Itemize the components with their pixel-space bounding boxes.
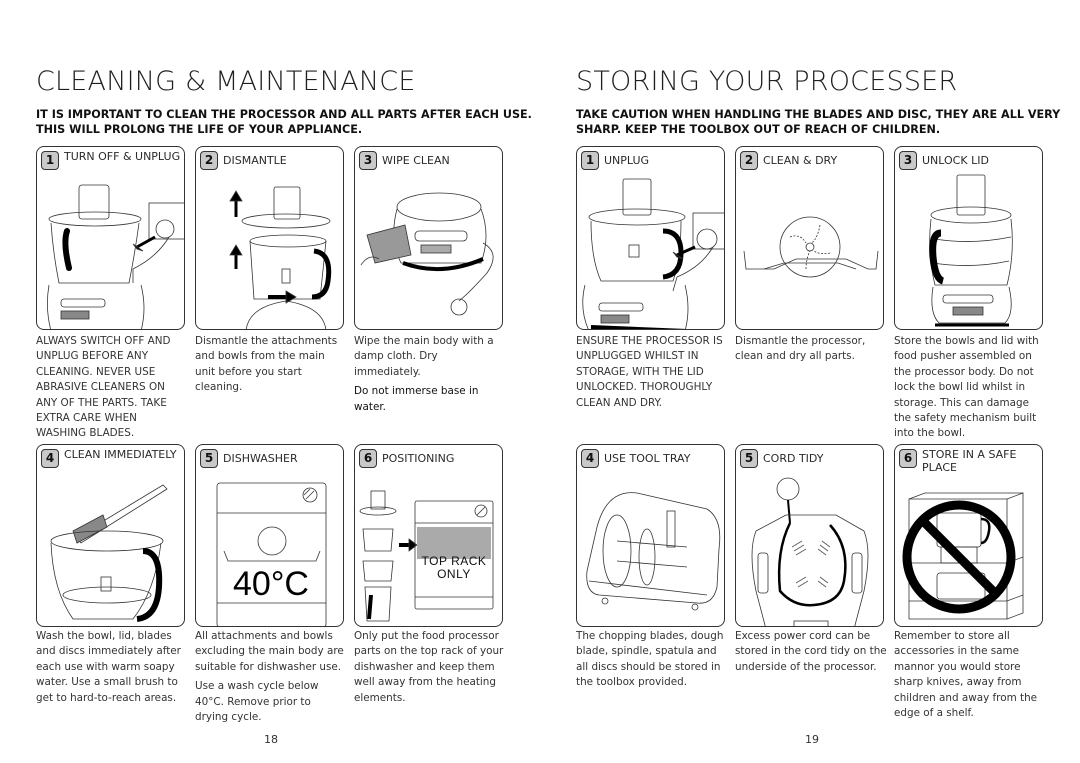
step-card-positioning: 6 POSITIONING TOP RACK ONLY	[354, 444, 503, 627]
step-label: CORD TIDY	[763, 452, 824, 465]
top-rack-illustration: TOP RACK ONLY	[355, 471, 502, 626]
step-description: ENSURE THE PROCESSOR IS UNPLUGGED WHILST…	[576, 335, 723, 409]
immersion-warning: Do not immerse base in water.	[354, 385, 479, 413]
step-card-use-tool-tray: 4 USE TOOL TRAY	[576, 444, 725, 627]
step-card-turn-off-unplug: 1 TURN OFF & UNPLUG	[36, 146, 185, 330]
step-label: POSITIONING	[382, 452, 455, 465]
step-label: CLEAN IMMEDIATELY	[64, 448, 177, 461]
step-card-dishwasher: 5 DISHWASHER 40°C	[195, 444, 344, 627]
step-number-badge: 4	[41, 449, 59, 468]
step-number-badge: 6	[359, 449, 377, 468]
brush-bowl-illustration	[37, 471, 184, 626]
step-card-wipe-clean: 3 WIPE CLEAN	[354, 146, 503, 330]
step-label: DISHWASHER	[223, 452, 298, 465]
temperature-label: 40°C	[233, 565, 309, 603]
step-number-badge: 1	[581, 151, 599, 170]
no-shelf-edge-illustration	[895, 471, 1042, 626]
step-description: Wash the bowl, lid, blades and discs imm…	[36, 630, 181, 704]
toolbox-illustration	[577, 471, 724, 626]
step-description: Excess power cord can be stored in the c…	[735, 630, 887, 673]
step-number-badge: 2	[740, 151, 758, 170]
page-number: 19	[805, 733, 819, 746]
assembled-processor-illustration	[895, 173, 1042, 329]
page-title: CLEANING & MAINTENANCE	[36, 66, 416, 97]
step-label: TURN OFF & UNPLUG	[64, 150, 181, 163]
cord-tidy-illustration	[736, 471, 883, 626]
step-number-badge: 2	[200, 151, 218, 170]
step-number-badge: 1	[41, 151, 59, 170]
step-number-badge: 6	[899, 449, 917, 468]
step-description: Wipe the main body with a damp cloth. Dr…	[354, 334, 506, 415]
step-label: DISMANTLE	[223, 154, 287, 167]
step-label: WIPE CLEAN	[382, 154, 450, 167]
page-cleaning-maintenance: CLEANING & MAINTENANCE IT IS IMPORTANT T…	[36, 0, 536, 763]
step-card-unplug: 1 UNPLUG	[576, 146, 725, 330]
step-number-badge: 5	[200, 449, 218, 468]
intro-warning: IT IS IMPORTANT TO CLEAN THE PROCESSOR A…	[36, 108, 532, 136]
page-storing-processor: STORING YOUR PROCESSER TAKE CAUTION WHEN…	[576, 0, 1076, 763]
unplug-processor-illustration	[577, 173, 724, 329]
step-description: Dismantle the processor, clean and dry a…	[735, 335, 866, 363]
step-description: Only put the food processor parts on the…	[354, 630, 504, 704]
step-description: The chopping blades, dough blade, spindl…	[576, 630, 724, 689]
page-number: 18	[264, 733, 278, 746]
step-card-store-safe-place: 6 STORE IN A SAFE PLACE	[894, 444, 1043, 627]
dishwasher-illustration: 40°C	[196, 471, 343, 626]
intro-warning: TAKE CAUTION WHEN HANDLING THE BLADES AN…	[576, 108, 1061, 136]
top-rack-only-label: TOP RACK ONLY	[421, 554, 487, 581]
step-label: UNPLUG	[604, 154, 650, 167]
step-description: All attachments and bowls excluding the …	[195, 630, 344, 724]
step-description: Dismantle the attachments and bowls from…	[195, 335, 338, 394]
unplug-processor-illustration	[37, 173, 184, 329]
step-label: CLEAN & DRY	[763, 154, 838, 167]
step-description: ALWAYS SWITCH OFF AND UNPLUG BEFORE ANY …	[36, 335, 171, 440]
step-card-unlock-lid: 3 UNLOCK LID	[894, 146, 1043, 330]
step-description: Store the bowls and lid with food pusher…	[894, 335, 1039, 440]
step-number-badge: 4	[581, 449, 599, 468]
step-number-badge: 5	[740, 449, 758, 468]
step-label: UNLOCK LID	[922, 154, 989, 167]
dismantle-illustration	[196, 173, 343, 329]
step-number-badge: 3	[899, 151, 917, 170]
step-card-clean-immediately: 4 CLEAN IMMEDIATELY	[36, 444, 185, 627]
step-description: Remember to store all accessories in the…	[894, 630, 1038, 720]
step-card-clean-dry: 2 CLEAN & DRY	[735, 146, 884, 330]
disc-on-rack-illustration	[736, 173, 883, 329]
wipe-clean-illustration	[355, 173, 502, 329]
step-card-cord-tidy: 5 CORD TIDY	[735, 444, 884, 627]
page-title: STORING YOUR PROCESSER	[576, 66, 958, 97]
step-number-badge: 3	[359, 151, 377, 170]
step-label: USE TOOL TRAY	[604, 452, 691, 465]
step-card-dismantle: 2 DISMANTLE	[195, 146, 344, 330]
